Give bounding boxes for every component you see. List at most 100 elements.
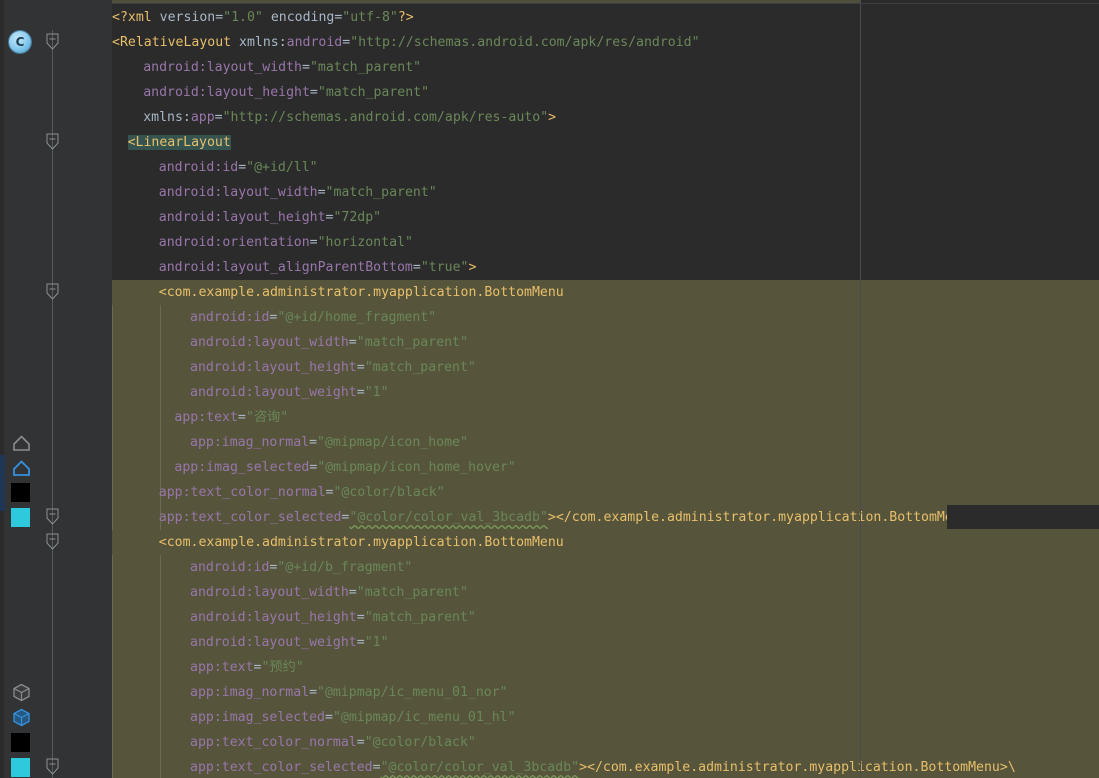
right-margin-guide — [860, 0, 861, 778]
code-token-plain: = — [356, 385, 365, 400]
code-line[interactable]: android:id="@+id/b_fragment" — [112, 555, 412, 580]
code-token-val: "match_parent" — [364, 360, 476, 375]
code-line[interactable]: app:imag_normal="@mipmap/icon_home" — [112, 430, 468, 455]
code-token-val: "true" — [420, 260, 469, 275]
code-line[interactable]: android:orientation="horizontal" — [112, 230, 413, 255]
code-token-tag: ></com.example.administrator.myapplicati… — [579, 760, 1016, 775]
code-line[interactable]: android:layout_height="match_parent" — [112, 80, 429, 105]
code-token-attr: android:layout_width — [190, 335, 349, 350]
code-line[interactable]: <LinearLayout — [112, 130, 231, 155]
code-line[interactable]: android:layout_weight="1" — [112, 380, 389, 405]
code-line[interactable]: app:text="预约" — [112, 655, 304, 680]
code-token-val: "match_parent" — [364, 610, 476, 625]
code-token-sel: <LinearLayout — [127, 135, 231, 150]
code-line[interactable]: <RelativeLayout xmlns:android="http://sc… — [112, 30, 700, 55]
code-line[interactable]: <com.example.administrator.myapplication… — [112, 280, 564, 305]
code-line[interactable]: app:imag_selected="@mipmap/icon_home_hov… — [112, 455, 515, 480]
code-token-plain: = — [214, 110, 223, 125]
code-line[interactable]: android:id="@+id/ll" — [112, 155, 318, 180]
code-token-attr: android:layout_width — [143, 60, 302, 75]
code-line[interactable]: <com.example.administrator.myapplication… — [112, 530, 564, 555]
top-divider — [112, 3, 1099, 4]
class-marker-icon[interactable]: C — [9, 31, 31, 53]
code-token-tag: ?> — [397, 10, 414, 25]
cube-blue-icon[interactable] — [11, 707, 32, 728]
code-token-plain: encoding= — [262, 10, 343, 25]
black-square-icon[interactable] — [11, 483, 30, 502]
fold-marker-bottommenu-collapsed[interactable] — [46, 508, 59, 525]
code-token-val: "http://schemas.android.com/apk/res-auto… — [222, 110, 549, 125]
code-line[interactable]: app:imag_selected="@mipmap/ic_menu_01_hl… — [112, 705, 516, 730]
code-token-attr: android:layout_height — [190, 360, 357, 375]
fold-marker-bottom[interactable] — [46, 758, 59, 775]
code-token-val: "http://schemas.android.com/apk/res/andr… — [350, 35, 700, 50]
code-line[interactable]: android:layout_height="match_parent" — [112, 355, 476, 380]
left-gutter: C — [0, 0, 42, 778]
code-line[interactable]: android:layout_width="match_parent" — [112, 580, 468, 605]
code-token-val: "@mipmap/ic_menu_01_hl" — [332, 710, 516, 725]
code-token-attr: app:imag_selected — [174, 460, 310, 475]
code-token-val: "match_parent" — [317, 85, 430, 100]
code-line[interactable]: android:layout_width="match_parent" — [112, 180, 437, 205]
code-token-plain: = — [309, 235, 318, 250]
code-token-plain: xmlns: — [143, 110, 191, 125]
code-token-attr: android:orientation — [158, 235, 310, 250]
code-token-val: "72dp" — [333, 210, 382, 225]
code-token-tag: <?xml — [112, 10, 152, 25]
code-token-attr: android:layout_weight — [190, 385, 357, 400]
code-token-attr: app:imag_normal — [190, 435, 310, 450]
code-token-val: "match_parent" — [309, 60, 422, 75]
code-folding-rail[interactable] — [34, 0, 112, 778]
code-line[interactable]: android:layout_height="match_parent" — [112, 605, 476, 630]
code-token-plain: = — [356, 360, 365, 375]
code-line[interactable]: app:imag_normal="@mipmap/ic_menu_01_nor" — [112, 680, 508, 705]
code-token-plain: = — [238, 160, 247, 175]
fold-marker-bottommenu-2[interactable] — [46, 533, 59, 550]
code-token-attr: app:text_color_selected — [158, 510, 342, 525]
code-token-attr: android:layout_height — [190, 610, 357, 625]
code-token-attr: app:text — [190, 660, 254, 675]
code-token-attr: android:layout_width — [190, 585, 349, 600]
code-token-attr: android:id — [190, 310, 270, 325]
black-square-icon-2[interactable] — [11, 733, 30, 752]
code-line[interactable]: android:layout_width="match_parent" — [112, 55, 421, 80]
code-line[interactable]: app:text_color_selected="@color/color_va… — [112, 755, 1016, 778]
code-line[interactable]: app:text_color_selected="@color/color_va… — [112, 505, 977, 530]
code-text-area[interactable]: <?xml version="1.0" encoding="utf-8"?> <R… — [112, 0, 1099, 778]
code-line[interactable]: android:layout_alignParentBottom="true"> — [112, 255, 477, 280]
code-line[interactable]: app:text_color_normal="@color/black" — [112, 480, 445, 505]
code-line[interactable]: xmlns:app="http://schemas.android.com/ap… — [112, 105, 556, 130]
code-token-tag: ></com.example.administrator.myapplicati… — [547, 510, 977, 525]
home-outline-blue-icon[interactable] — [11, 457, 32, 478]
code-line[interactable]: android:layout_weight="1" — [112, 630, 389, 655]
code-token-attr: android:layout_alignParentBottom — [158, 260, 413, 275]
code-token-val: "match_parent" — [325, 185, 437, 200]
code-token-plain: = — [317, 185, 326, 200]
code-token-attr: app:text_color_selected — [190, 760, 373, 775]
cyan-square-icon[interactable] — [11, 508, 30, 527]
cyan-square-icon-2[interactable] — [11, 758, 30, 777]
code-line[interactable]: android:layout_width="match_parent" — [112, 330, 468, 355]
code-token-plain: = — [356, 610, 365, 625]
fold-marker-linearlayout[interactable] — [46, 133, 59, 150]
code-token-plain: = — [342, 35, 351, 50]
code-line[interactable]: app:text_color_normal="@color/black" — [112, 730, 476, 755]
code-line[interactable]: app:text="咨询" — [112, 405, 288, 430]
code-line[interactable]: android:id="@+id/home_fragment" — [112, 305, 436, 330]
fold-marker-relativelayout[interactable] — [46, 33, 59, 50]
fold-marker-bottommenu-1[interactable] — [46, 283, 59, 300]
home-outline-gray-icon[interactable] — [11, 432, 32, 453]
code-token-plain: = — [348, 335, 357, 350]
code-token-tag: <com.example.administrator.myapplication… — [158, 535, 564, 550]
code-token-val: "@mipmap/icon_home" — [317, 435, 468, 450]
code-token-tag: <com.example.administrator.myapplication… — [158, 285, 564, 300]
code-token-attr: app:text — [174, 410, 238, 425]
code-token-val: "horizontal" — [317, 235, 413, 250]
code-token-attr: android:id — [190, 560, 270, 575]
code-line[interactable]: <?xml version="1.0" encoding="utf-8"?> — [112, 5, 414, 30]
code-token-plain: = — [412, 260, 421, 275]
cube-gray-icon[interactable] — [11, 682, 32, 703]
code-token-val: "utf-8" — [342, 10, 398, 25]
code-line[interactable]: android:layout_height="72dp" — [112, 205, 381, 230]
code-editor-window: <?xml version="1.0" encoding="utf-8"?> <R… — [0, 0, 1099, 778]
